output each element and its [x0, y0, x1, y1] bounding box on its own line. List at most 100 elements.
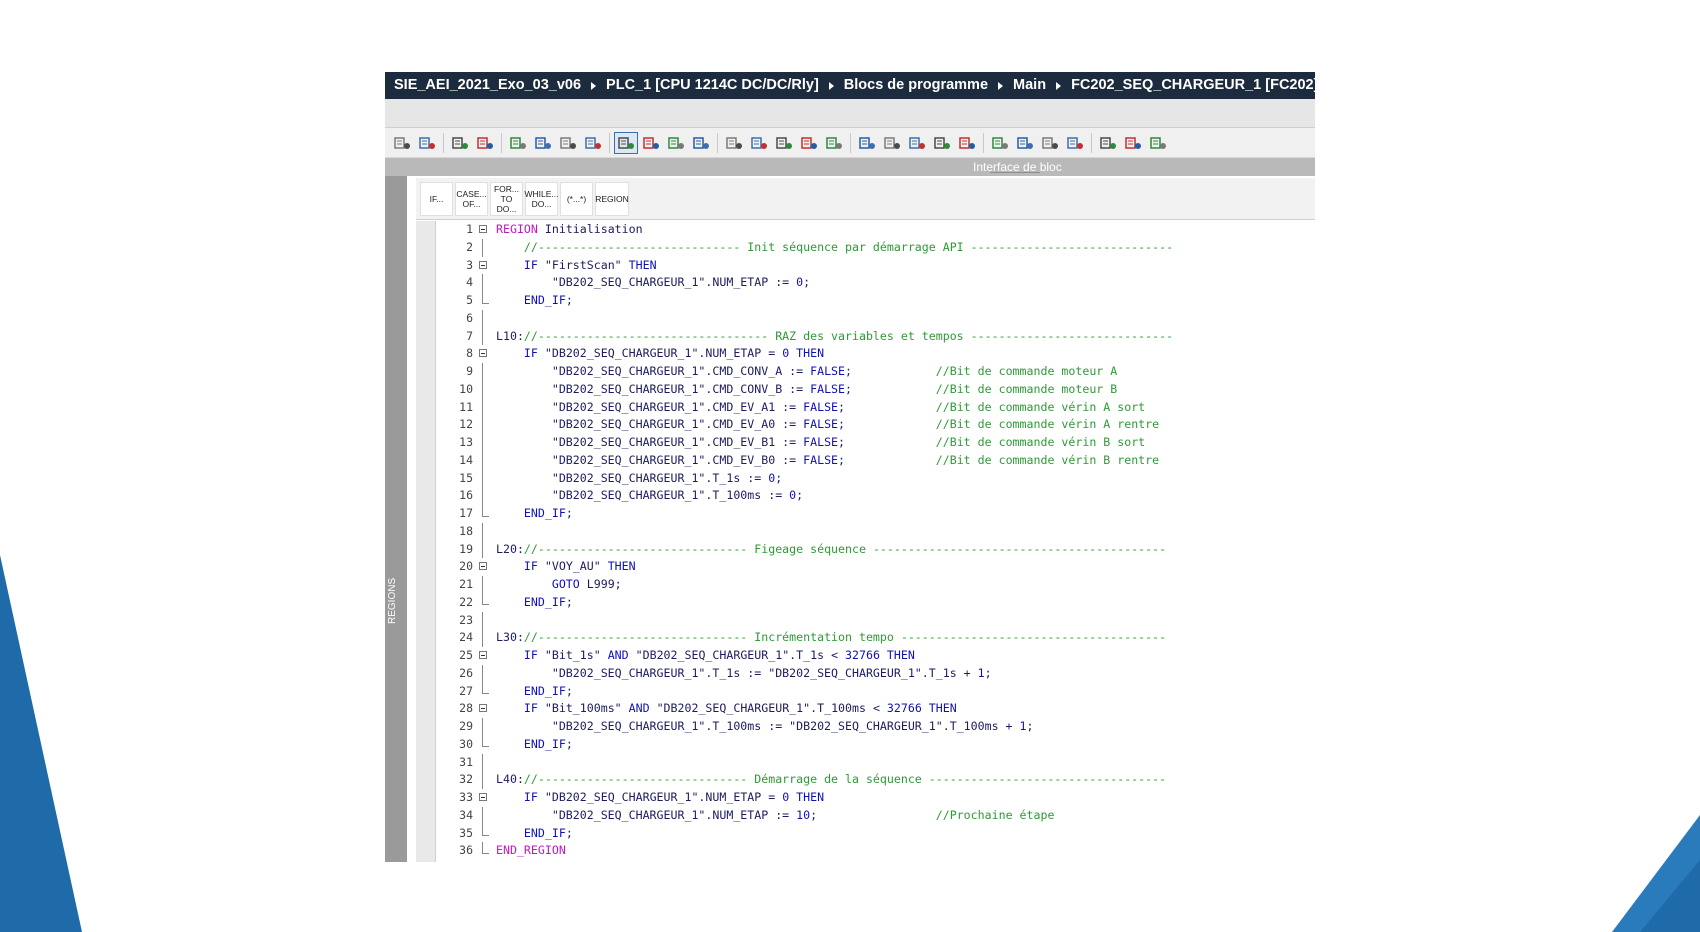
- code-line[interactable]: 28 IF "Bit_100ms" AND "DB202_SEQ_CHARGEU…: [435, 700, 1315, 718]
- toolbar-icon-8[interactable]: [582, 133, 604, 153]
- fold-toggle-icon[interactable]: [479, 225, 487, 233]
- regions-panel-tab[interactable]: REGIONS: [385, 176, 407, 862]
- code-line[interactable]: 13 "DB202_SEQ_CHARGEUR_1".CMD_EV_B1 := F…: [435, 434, 1315, 452]
- code-text: IF "DB202_SEQ_CHARGEUR_1".NUM_ETAP = 0 T…: [496, 789, 824, 807]
- fold-guide-line: [482, 327, 483, 346]
- toolbar-icon-29[interactable]: [1147, 133, 1169, 153]
- code-line[interactable]: 12 "DB202_SEQ_CHARGEUR_1".CMD_EV_A0 := F…: [435, 416, 1315, 434]
- code-line[interactable]: 9 "DB202_SEQ_CHARGEUR_1".CMD_CONV_A := F…: [435, 363, 1315, 381]
- toolbar-icon-27[interactable]: [1097, 133, 1119, 153]
- code-line[interactable]: 18: [435, 522, 1315, 541]
- toolbar-icon-13[interactable]: [723, 133, 745, 153]
- code-line[interactable]: 7 L10://---------------------------------…: [435, 327, 1315, 346]
- block-interface-bar[interactable]: Interface de bloc: [385, 158, 1315, 176]
- toolbar-icon-7[interactable]: [557, 133, 579, 153]
- toolbar-icon-16[interactable]: [798, 133, 820, 153]
- editor-toolbar: [385, 128, 1315, 158]
- fold-toggle-icon[interactable]: [479, 562, 487, 571]
- list-icon[interactable]: [507, 133, 529, 153]
- code-token: L40:: [496, 772, 524, 787]
- code-line[interactable]: 17 END_IF;: [435, 505, 1315, 523]
- code-line[interactable]: 10 "DB202_SEQ_CHARGEUR_1".CMD_CONV_B := …: [435, 380, 1315, 399]
- code-line[interactable]: 30 END_IF;: [435, 735, 1315, 754]
- code-line[interactable]: 31: [435, 753, 1315, 772]
- code-area[interactable]: 1 REGION Initialisation 2 //--------------…: [435, 221, 1315, 860]
- line-number: 29: [459, 719, 473, 733]
- snippet-button[interactable]: REGION: [595, 181, 629, 216]
- code-line[interactable]: 2 //----------------------------- Init s…: [435, 238, 1315, 257]
- code-line[interactable]: 25 IF "Bit_1s" AND "DB202_SEQ_CHARGEUR_1…: [435, 647, 1315, 665]
- toolbar-icon-6[interactable]: [532, 133, 554, 153]
- code-line[interactable]: 19 L20://------------------------------ F…: [435, 540, 1315, 559]
- toolbar-icon-22[interactable]: [956, 133, 978, 153]
- fold-toggle-icon[interactable]: [479, 349, 487, 358]
- code-line[interactable]: 32 L40://------------------------------ D…: [435, 771, 1315, 789]
- snippet-button[interactable]: CASE... OF...: [455, 181, 488, 216]
- code-line[interactable]: 26 "DB202_SEQ_CHARGEUR_1".T_1s := "DB202…: [435, 664, 1315, 683]
- scl-code-editor[interactable]: 1 REGION Initialisation 2 //--------------…: [416, 221, 1315, 862]
- code-line[interactable]: 29 "DB202_SEQ_CHARGEUR_1".T_100ms := "DB…: [435, 718, 1315, 736]
- snippet-button[interactable]: IF...: [420, 181, 453, 216]
- toolbar-icon-11[interactable]: [665, 133, 687, 153]
- code-token: //Bit de commande vérin B sort: [935, 435, 1146, 449]
- fold-toggle-icon[interactable]: [479, 793, 487, 801]
- toolbar-icon-12[interactable]: [690, 133, 712, 153]
- toolbar-icon-23[interactable]: [989, 133, 1011, 153]
- code-line[interactable]: 27 END_IF;: [435, 682, 1315, 701]
- breadcrumb-item[interactable]: FC202_SEQ_CHARGEUR_1 [FC202]: [1071, 72, 1315, 99]
- fold-toggle-icon[interactable]: [479, 651, 487, 659]
- breadcrumb-item[interactable]: Blocs de programme: [844, 72, 988, 99]
- splitter-grip[interactable]: [990, 172, 1040, 177]
- code-text: IF "VOY_AU" THEN: [496, 558, 636, 576]
- code-token: ;: [838, 417, 936, 432]
- toolbar-icon-20[interactable]: [906, 133, 928, 153]
- toolbar-icon-17[interactable]: [823, 133, 845, 153]
- toolbar-icon-26[interactable]: [1064, 133, 1086, 153]
- code-line[interactable]: 35 END_IF;: [435, 824, 1315, 843]
- toolbar-icon-19[interactable]: [881, 133, 903, 153]
- code-line[interactable]: 14 "DB202_SEQ_CHARGEUR_1".CMD_EV_B0 := F…: [435, 451, 1315, 470]
- code-line[interactable]: 5 END_IF;: [435, 292, 1315, 310]
- snippet-button[interactable]: WHILE... DO...: [525, 181, 559, 216]
- toolbar-icon-25[interactable]: [1039, 133, 1061, 153]
- code-line[interactable]: 33 IF "DB202_SEQ_CHARGEUR_1".NUM_ETAP = …: [435, 789, 1315, 807]
- code-line[interactable]: 22 END_IF;: [435, 593, 1315, 612]
- code-line[interactable]: 20 IF "VOY_AU" THEN: [435, 558, 1315, 576]
- fold-toggle-icon[interactable]: [479, 704, 487, 713]
- code-text: "DB202_SEQ_CHARGEUR_1".CMD_EV_A0 := FALS…: [496, 416, 1159, 434]
- code-line[interactable]: 15 "DB202_SEQ_CHARGEUR_1".T_1s := 0;: [435, 469, 1315, 488]
- toolbar-icon-14[interactable]: [748, 133, 770, 153]
- code-line[interactable]: 34 "DB202_SEQ_CHARGEUR_1".NUM_ETAP := 10…: [435, 806, 1315, 825]
- code-line[interactable]: 8 IF "DB202_SEQ_CHARGEUR_1".NUM_ETAP = 0…: [435, 345, 1315, 363]
- toolbar-icon-9[interactable]: [614, 131, 638, 154]
- snippet-button[interactable]: (*...*): [560, 181, 593, 216]
- toolbar-icon-4[interactable]: [474, 133, 496, 153]
- code-line[interactable]: 36 END_REGION: [435, 842, 1315, 860]
- code-line[interactable]: 6: [435, 309, 1315, 328]
- code-line[interactable]: 11 "DB202_SEQ_CHARGEUR_1".CMD_EV_A1 := F…: [435, 398, 1315, 417]
- code-line[interactable]: 21 GOTO L999;: [435, 576, 1315, 594]
- toolbar-icon-15[interactable]: [773, 133, 795, 153]
- breadcrumb-item[interactable]: SIE_AEI_2021_Exo_03_v06: [394, 72, 581, 99]
- code-token: "DB202_SEQ_CHARGEUR_1".CMD_EV_A1 :=: [496, 399, 804, 414]
- toolbar-icon-1[interactable]: [391, 133, 413, 153]
- toolbar-icon-24[interactable]: [1014, 133, 1036, 153]
- code-line[interactable]: 4 "DB202_SEQ_CHARGEUR_1".NUM_ETAP := 0;: [435, 274, 1315, 292]
- toolbar-icon-28[interactable]: [1122, 133, 1144, 153]
- toolbar-icon-21[interactable]: [931, 133, 953, 153]
- toolbar-icon-18[interactable]: [856, 133, 878, 153]
- code-line[interactable]: 16 "DB202_SEQ_CHARGEUR_1".T_100ms := 0;: [435, 487, 1315, 505]
- toolbar-icon-10[interactable]: [640, 133, 662, 153]
- snippet-button[interactable]: FOR... TO DO...: [490, 181, 523, 216]
- breadcrumb-item[interactable]: PLC_1 [CPU 1214C DC/DC/Rly]: [606, 72, 819, 99]
- breadcrumb-item[interactable]: Main: [1013, 72, 1046, 99]
- code-line[interactable]: 3 IF "FirstScan" THEN: [435, 257, 1315, 275]
- fold-toggle-icon[interactable]: [479, 260, 487, 269]
- code-line[interactable]: 24 L30://------------------------------ I…: [435, 629, 1315, 647]
- insert-row-icon[interactable]: [449, 133, 471, 153]
- code-line[interactable]: 1 REGION Initialisation: [435, 221, 1315, 239]
- code-line[interactable]: 23: [435, 611, 1315, 630]
- toolbar-icon-2[interactable]: [416, 133, 438, 153]
- fold-guide-line: [482, 274, 483, 292]
